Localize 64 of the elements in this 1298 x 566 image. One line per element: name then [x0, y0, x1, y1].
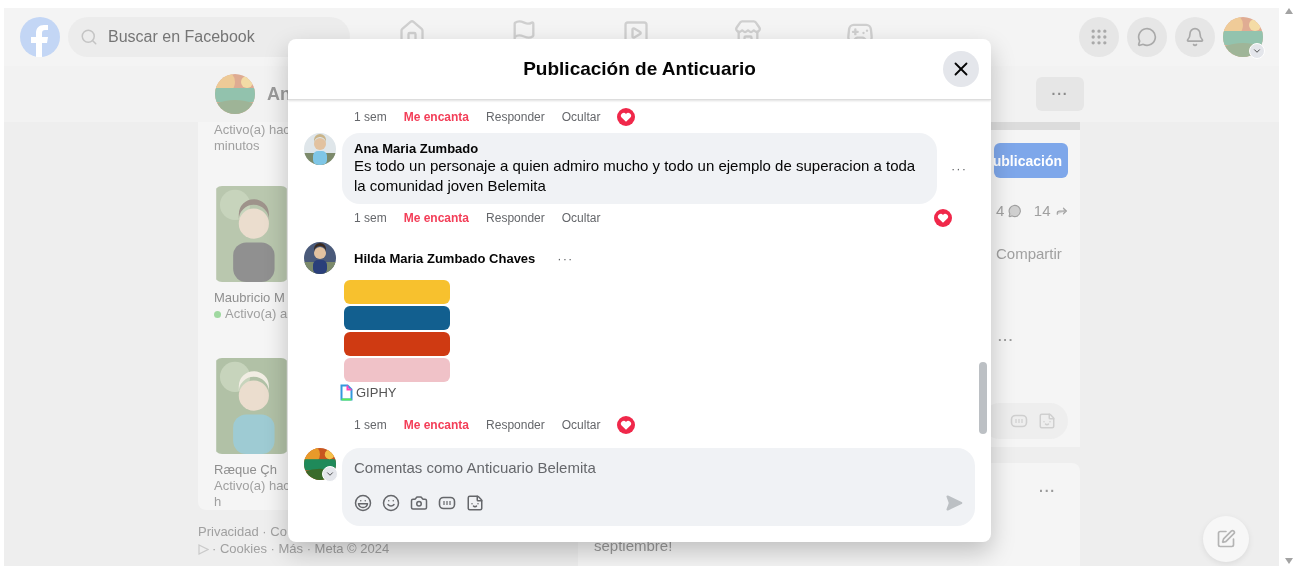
status-text: Activo(a) a — [214, 306, 288, 322]
comment-time: 1 sem — [354, 211, 387, 225]
contact-name[interactable]: Ræque Çh — [214, 462, 277, 478]
search-bar[interactable]: Buscar en Facebook — [68, 17, 350, 57]
reply-link[interactable]: Responder — [486, 418, 545, 432]
more-button[interactable]: ··· — [549, 250, 582, 266]
giphy-logo-icon — [340, 384, 353, 401]
status-text: minutos — [214, 138, 260, 154]
gif-icon[interactable] — [438, 494, 456, 512]
notifications-button[interactable] — [1175, 17, 1215, 57]
share-count: 14 — [1033, 202, 1051, 219]
search-icon — [80, 28, 98, 46]
more-button[interactable]: ··· — [1036, 77, 1084, 111]
sticker-icon[interactable] — [466, 494, 484, 512]
camera-icon[interactable] — [410, 494, 428, 512]
footer-links[interactable]: · Cookies · Más · Meta © 2024 — [212, 541, 390, 557]
comment-field[interactable]: Comentas como Anticuario Belemita — [354, 458, 963, 476]
more-button[interactable]: ··· — [1039, 483, 1056, 499]
close-button[interactable] — [943, 51, 979, 87]
hide-link[interactable]: Ocultar — [561, 110, 601, 124]
comment-time: 1 sem — [354, 418, 387, 432]
post-text: septiembre! — [594, 537, 673, 554]
chevron-icon[interactable] — [1249, 43, 1265, 59]
gif-attribution: GIPHY — [356, 385, 397, 400]
compose-icon — [1215, 529, 1236, 549]
scrollbar-thumb[interactable] — [979, 362, 987, 434]
facebook-logo[interactable] — [20, 17, 60, 57]
status-text: Activo(a) hac — [214, 122, 290, 138]
scroll-up-icon[interactable] — [1284, 8, 1293, 14]
bell-icon — [1185, 27, 1205, 47]
reply-link[interactable]: Responder — [486, 110, 545, 124]
chevron-icon[interactable] — [322, 466, 338, 482]
hide-link[interactable]: Ocultar — [561, 418, 601, 432]
messenger-button[interactable] — [1127, 17, 1167, 57]
emoji-icon[interactable] — [382, 494, 400, 512]
comment-icon — [1008, 202, 1022, 219]
comment-author[interactable]: Hilda Maria Zumbado Chaves — [354, 250, 536, 266]
scroll-down-icon[interactable] — [1284, 558, 1293, 564]
send-icon[interactable] — [945, 494, 963, 512]
comment-time: 1 sem — [354, 110, 387, 124]
new-message-button[interactable] — [1202, 516, 1249, 562]
more-button[interactable]: ··· — [998, 332, 1068, 347]
status-text: Activo(a) hac — [214, 478, 290, 494]
footer-links[interactable]: Privacidad · Co — [198, 524, 287, 540]
chat-bubble-icon — [1137, 27, 1157, 47]
more-button[interactable]: ··· — [943, 161, 975, 176]
contact-name[interactable]: Maubricio M — [214, 290, 285, 306]
status-text: h — [214, 494, 222, 510]
share-button[interactable]: Compartir — [996, 245, 1068, 262]
reaction-link[interactable]: Me encanta — [403, 418, 470, 432]
search-field[interactable]: Buscar en Facebook — [106, 27, 310, 47]
grid-icon — [1089, 27, 1109, 47]
dialog-title: Publicación de Anticuario — [522, 58, 757, 80]
menu-button[interactable] — [1079, 17, 1119, 57]
reply-link[interactable]: Responder — [486, 211, 545, 225]
comment-count: 4 — [996, 202, 1005, 219]
reaction-link[interactable]: Me encanta — [403, 110, 470, 124]
ad-choices-icon — [198, 543, 209, 555]
hide-link[interactable]: Ocultar — [561, 211, 601, 225]
comment-text: Es todo un personaje a quien admiro mucho y todo un ejemplo de superacion a toda la comunidad joven Belemita — [354, 156, 917, 196]
reaction-link[interactable]: Me encanta — [403, 211, 470, 225]
comment-author[interactable]: Ana Maria Zumbado — [354, 141, 925, 156]
avatar-sticker-icon[interactable] — [354, 494, 372, 512]
comment-box[interactable]: Comentas como Anticuario Belemita — [342, 448, 975, 526]
